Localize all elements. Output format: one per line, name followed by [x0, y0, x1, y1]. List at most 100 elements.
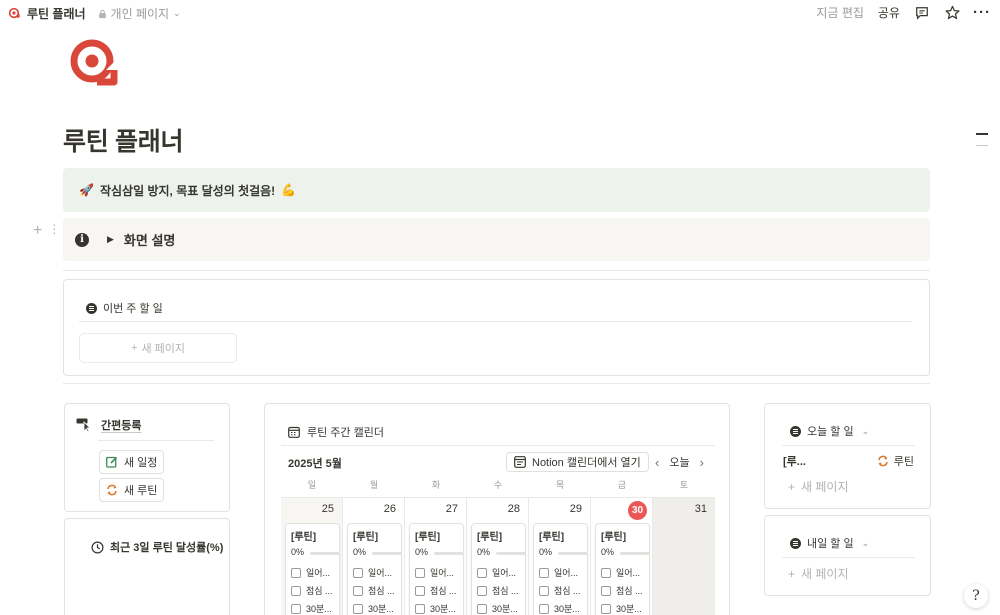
weekly-calendar-view: 루틴 주간 캘린더 2025년 5월 Notion 캘린더에서 열기 ‹ 오늘 … — [264, 403, 730, 615]
today-button[interactable]: 오늘 — [669, 454, 689, 470]
weekday-header: 목 — [555, 480, 565, 490]
page-title[interactable]: 루틴 플래너 — [63, 122, 183, 158]
weekday-header: 월 — [369, 480, 379, 490]
routine-card-title: [루틴] — [353, 532, 379, 543]
today-todo-item[interactable]: [루... — [783, 453, 806, 469]
new-page-button[interactable]: + 새 페이지 — [79, 333, 237, 363]
calendar-day-cell[interactable]: 31 — [653, 498, 715, 615]
new-page-button[interactable]: + 새 페이지 — [788, 565, 849, 582]
checkbox[interactable] — [601, 567, 611, 578]
calendar-day-cell[interactable]: 25 [루틴] 0% 일어... 점심 ... 30분... — [281, 498, 343, 615]
open-notion-calendar-button[interactable]: Notion 캘린더에서 열기 — [506, 452, 649, 472]
rocket-icon: 🚀 — [79, 183, 94, 197]
motivation-callout[interactable]: 🚀 작심삼일 방지, 목표 달성의 첫걸음! 💪 — [63, 168, 930, 212]
checkbox[interactable] — [539, 585, 549, 596]
calendar-day-cell[interactable]: 26 [루틴] 0% 일어... 점심 ... 30분... — [343, 498, 405, 615]
routine-checklist-item: 일어... — [415, 566, 454, 579]
routine-checklist-label: 점심 ... — [616, 586, 643, 596]
routine-progress-text: 0% — [291, 547, 305, 557]
plus-icon: + — [131, 342, 138, 354]
routine-checklist-item: 일어... — [539, 566, 578, 579]
share-button[interactable]: 공유 — [878, 4, 900, 21]
routine-card-title: [루틴] — [539, 532, 565, 543]
routine-progress-bar — [558, 552, 588, 555]
page-icon[interactable] — [68, 38, 122, 92]
tomorrow-todo-view: 내일 할 일 ⌄ + 새 페이지 — [764, 515, 931, 596]
more-icon[interactable]: ··· — [973, 4, 990, 21]
routine-progress-text: 0% — [353, 547, 367, 557]
divider — [79, 321, 912, 322]
routine-card-title: [루틴] — [477, 532, 503, 543]
chevron-left-icon[interactable]: ‹ — [655, 455, 659, 470]
routine-card[interactable]: [루틴] 0% 일어... 점심 ... 30분... — [595, 523, 650, 615]
calendar-day-cell[interactable]: 29 [루틴] 0% 일어... 점심 ... 30분... — [529, 498, 591, 615]
routine-progress-text: 0% — [415, 547, 429, 557]
routine-card[interactable]: [루틴] 0% 일어... 점심 ... 30분... — [347, 523, 402, 615]
checkbox[interactable] — [477, 585, 487, 596]
add-block-icon[interactable]: + — [33, 222, 42, 240]
calendar-day-cell[interactable]: 27 [루틴] 0% 일어... 점심 ... 30분... — [405, 498, 467, 615]
routine-checklist-item: 점심 ... — [601, 584, 643, 597]
table-of-contents-indicator[interactable] — [976, 133, 988, 156]
routine-checklist-item: 30분... — [415, 602, 456, 615]
divider — [782, 557, 915, 558]
routine-card[interactable]: [루틴] 0% 일어... 점심 ... 30분... — [533, 523, 588, 615]
routine-checklist-item: 점심 ... — [291, 584, 333, 597]
achievement-rate-header: 최근 3일 루틴 달성률(%) — [91, 539, 223, 555]
checkbox[interactable] — [353, 603, 363, 614]
star-icon[interactable] — [944, 5, 960, 21]
new-page-button[interactable]: + 새 페이지 — [788, 478, 849, 495]
routine-card[interactable]: [루틴] 0% 일어... 점심 ... 30분... — [409, 523, 464, 615]
tomorrow-todo-header[interactable]: 내일 할 일 ⌄ — [790, 535, 869, 551]
checkbox[interactable] — [291, 567, 301, 578]
routine-checklist-label: 점심 ... — [430, 586, 457, 596]
routine-card[interactable]: [루틴] 0% 일어... 점심 ... 30분... — [285, 523, 340, 615]
chevron-right-icon[interactable]: › — [700, 455, 704, 470]
day-number: 26 — [383, 503, 396, 515]
top-bar: 루틴 플래너 개인 페이지 ⌄ 지금 편집 공유 ··· — [0, 0, 1000, 28]
checkbox[interactable] — [477, 603, 487, 614]
checkbox[interactable] — [415, 567, 425, 578]
callout-text: 작심삼일 방지, 목표 달성의 첫걸음! — [99, 183, 276, 198]
weekly-tasks-header[interactable]: 이번 주 할 일 — [86, 300, 163, 316]
today-todo-header[interactable]: 오늘 할 일 ⌄ — [790, 423, 869, 439]
breadcrumb-title[interactable]: 루틴 플래너 — [27, 5, 86, 22]
checkbox[interactable] — [477, 567, 487, 578]
checkbox[interactable] — [601, 585, 611, 596]
checkbox[interactable] — [539, 567, 549, 578]
day-number: 31 — [694, 503, 707, 515]
new-schedule-button[interactable]: 새 일정 — [99, 450, 165, 474]
checkbox[interactable] — [415, 603, 425, 614]
divider — [281, 445, 715, 446]
lock-icon — [98, 9, 106, 18]
help-icon[interactable]: ? — [964, 584, 988, 608]
filter-icon — [86, 302, 97, 314]
checkbox[interactable] — [415, 585, 425, 596]
checkbox[interactable] — [291, 603, 301, 614]
toggle-label[interactable]: 화면 설명 — [124, 230, 175, 249]
routine-progress-bar — [310, 552, 340, 555]
routine-checklist-item: 일어... — [601, 566, 640, 579]
checkbox[interactable] — [291, 585, 301, 596]
calendar-day-cell[interactable]: 28 [루틴] 0% 일어... 점심 ... 30분... — [467, 498, 529, 615]
filter-icon — [790, 425, 801, 437]
quick-register-panel: 간편등록 새 일정 새 루틴 — [64, 403, 230, 512]
refresh-icon — [877, 455, 888, 467]
info-icon: i — [75, 232, 89, 247]
day-number: 27 — [445, 503, 458, 515]
routine-card[interactable]: [루틴] 0% 일어... 점심 ... 30분... — [471, 523, 526, 615]
toggle-arrow-icon[interactable]: ▶ — [107, 234, 114, 245]
weekday-header: 토 — [679, 480, 689, 490]
comment-icon[interactable] — [914, 5, 930, 21]
checkbox[interactable] — [353, 585, 363, 596]
private-page-badge[interactable]: 개인 페이지 ⌄ — [98, 5, 181, 22]
routine-checklist-label: 점심 ... — [368, 586, 395, 596]
divider — [782, 445, 915, 446]
checkbox[interactable] — [539, 603, 549, 614]
checkbox[interactable] — [353, 567, 363, 578]
new-routine-button[interactable]: 새 루틴 — [99, 478, 165, 502]
calendar-header[interactable]: 루틴 주간 캘린더 — [288, 424, 384, 440]
calendar-day-cell[interactable]: 30 [루틴] 0% 일어... 점심 ... 30분... — [591, 498, 653, 615]
screen-description-callout[interactable]: i ▶ 화면 설명 — [63, 218, 930, 261]
checkbox[interactable] — [601, 603, 611, 614]
